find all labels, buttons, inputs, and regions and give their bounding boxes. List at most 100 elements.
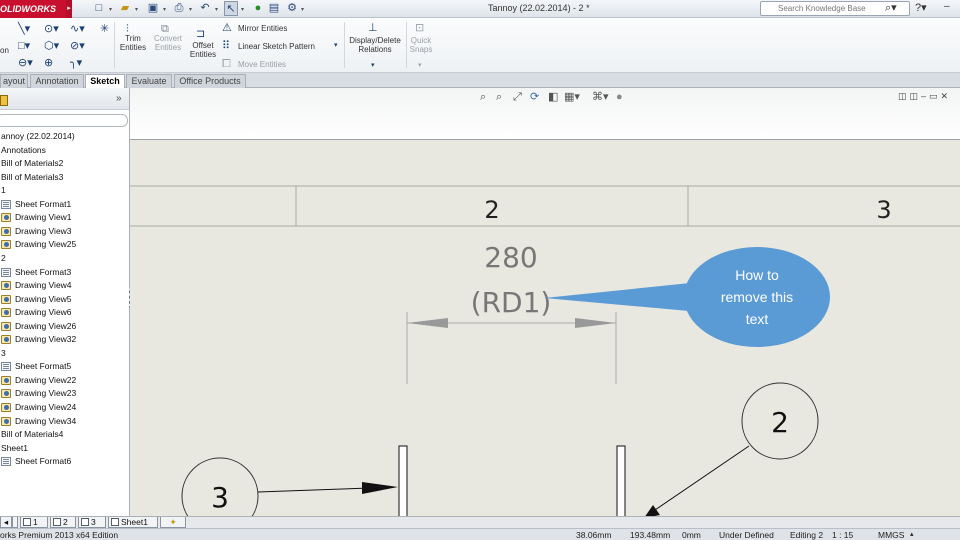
print-dropdown-icon[interactable]: ▾ — [186, 1, 194, 16]
tab-annotation[interactable]: Annotation — [30, 74, 84, 88]
point-icon[interactable]: ✳ — [100, 23, 109, 35]
line-icon[interactable]: ╲▾ — [18, 23, 30, 35]
tab-office-products[interactable]: Office Products — [174, 74, 246, 88]
add-sheet-icon[interactable]: ✦ — [160, 517, 186, 528]
select-dropdown-icon[interactable]: ▾ — [238, 1, 246, 16]
tree-item-label: Sheet Format5 — [15, 361, 72, 372]
part-edge-right — [616, 445, 626, 516]
command-manager: on ╲▾ ⊙▾ ∿▾ ✳ □▾ ⬡▾ ⊘▾ ⊖▾ ⊕ ╮▾ ⫶ Trim En… — [0, 18, 960, 73]
sheet-tab-1[interactable]: 1 — [20, 517, 48, 528]
sheet-format-icon — [1, 457, 11, 467]
sheet-scale[interactable]: 1 : 15 — [832, 529, 853, 540]
appearance-icon[interactable]: ● — [616, 91, 623, 103]
undo-dropdown-icon[interactable]: ▾ — [212, 1, 220, 16]
expand-panel-icon[interactable]: » — [116, 94, 122, 104]
rectangle-icon[interactable]: □▾ — [18, 40, 30, 52]
mirror-entities-icon[interactable]: ⚠ — [222, 22, 232, 34]
drawing-view-icon — [1, 226, 11, 236]
linear-sketch-pattern-button[interactable]: Linear Sketch Pattern — [238, 42, 315, 51]
tree-item-label: Drawing View32 — [15, 334, 77, 345]
tree-item-label: annoy (22.02.2014) — [1, 131, 75, 141]
convert-entities-button[interactable]: Convert Entities — [151, 34, 185, 52]
new-dropdown-icon[interactable]: ▾ — [106, 1, 114, 16]
document-window-controls[interactable]: ◫◫–▭✕ — [898, 91, 951, 102]
zoom-to-fit-icon[interactable]: ⌕ — [480, 91, 486, 103]
display-style-icon[interactable]: ⌘▾ — [592, 91, 609, 103]
arc-icon[interactable]: ⊕ — [44, 57, 53, 69]
pattern-dropdown-icon[interactable]: ▾ — [334, 40, 338, 52]
app-menu-arrow-icon[interactable]: ▸ — [66, 0, 72, 18]
slot-icon[interactable]: ⊖▾ — [18, 57, 33, 69]
quick-snaps-icon[interactable]: ⊡ — [415, 22, 424, 34]
sheet-format-icon — [1, 199, 11, 209]
tree-item-label: Sheet Format6 — [15, 456, 72, 467]
options-dropdown-icon[interactable]: ▾ — [298, 1, 306, 16]
quick-snaps-dropdown-icon[interactable]: ▾ — [418, 60, 422, 72]
spline-icon[interactable]: ∿▾ — [70, 23, 85, 35]
tree-item-label: Drawing View4 — [15, 280, 72, 291]
previous-view-icon[interactable]: ⤢ — [513, 91, 522, 103]
save-dropdown-icon[interactable]: ▾ — [160, 1, 168, 16]
options-icon[interactable]: ⚙ — [286, 1, 298, 16]
undo-icon[interactable]: ↶ — [198, 1, 212, 16]
relations-icon[interactable]: ⊥ — [368, 22, 378, 34]
sheet-nav-icon[interactable] — [12, 517, 18, 528]
display-delete-relations-button[interactable]: Display/Delete Relations — [346, 36, 404, 54]
tree-item-label: Drawing View23 — [15, 388, 77, 399]
feature-manager-icon[interactable] — [0, 95, 8, 106]
move-entities-button[interactable]: Move Entities — [238, 60, 286, 69]
help-icon[interactable]: ?▾ — [915, 1, 927, 16]
tree-filter-input[interactable] — [0, 114, 128, 127]
smart-dimension-label[interactable]: on — [0, 46, 9, 55]
drawing-sheet[interactable]: 2 3 280 (RD1) 3 2 How to remove this tex… — [130, 140, 960, 516]
minimize-icon[interactable]: – — [944, 0, 950, 14]
ellipse-icon[interactable]: ⊘▾ — [70, 40, 85, 52]
rotate-icon[interactable]: ⟳ — [530, 91, 539, 103]
relations-dropdown-icon[interactable]: ▾ — [371, 60, 375, 72]
mirror-entities-button[interactable]: Mirror Entities — [238, 24, 287, 33]
open-icon[interactable]: ▰ — [118, 1, 132, 16]
polygon-icon[interactable]: ⬡▾ — [44, 40, 59, 52]
sheet-nav-icon[interactable]: ◂ — [0, 517, 12, 528]
zoom-to-area-icon[interactable]: ⌕ — [496, 91, 502, 103]
circle-icon[interactable]: ⊙▾ — [44, 23, 59, 35]
offset-entities-button[interactable]: Offset Entities — [187, 41, 219, 59]
move-entities-icon[interactable]: ⧠ — [222, 58, 231, 70]
balloon-2-leader — [654, 445, 750, 511]
unit-system-dropdown-icon[interactable]: ▴ — [910, 529, 914, 540]
tab-layout[interactable]: ayout — [0, 74, 28, 88]
sheet-tab-bar: ◂ 1 2 3 Sheet1 ✦ — [0, 516, 960, 528]
tab-sketch[interactable]: Sketch — [85, 74, 125, 89]
open-dropdown-icon[interactable]: ▾ — [132, 1, 140, 16]
callout-shape[interactable]: How to remove this text — [544, 247, 830, 347]
linear-pattern-icon[interactable]: ⠿ — [222, 40, 230, 52]
search-icon[interactable]: ⌕▾ — [885, 1, 897, 16]
app-logo[interactable]: OLIDWORKS — [0, 0, 66, 18]
sheet-tab-3[interactable]: 3 — [78, 517, 106, 528]
print-icon[interactable]: ⎙ — [172, 1, 186, 16]
sheet-tab-2[interactable]: 2 — [50, 517, 76, 528]
trim-entities-button[interactable]: Trim Entities — [117, 34, 149, 52]
tab-evaluate[interactable]: Evaluate — [126, 74, 172, 88]
graphics-area[interactable]: ⌕ ⌕ ⤢ ⟳ ◧ ▦▾ ⌘▾ ● ◫◫–▭✕ 2 3 280 (RD1) 3 … — [130, 88, 960, 516]
quick-snaps-button[interactable]: Quick Snaps — [406, 36, 436, 54]
sheet-format-icon — [1, 267, 11, 277]
select-icon[interactable]: ↖ — [224, 1, 238, 16]
save-icon[interactable]: ▣ — [146, 1, 160, 16]
sheet-tab-label: 3 — [91, 517, 96, 527]
sheet-tab-label: Sheet1 — [121, 517, 148, 527]
sheet-tab-sheet1[interactable]: Sheet1 — [108, 517, 158, 528]
view-orientation-icon[interactable]: ▦▾ — [564, 91, 580, 103]
section-view-icon[interactable]: ◧ — [548, 91, 558, 103]
new-icon[interactable]: □ — [92, 1, 106, 16]
ribbon-separator — [344, 22, 345, 68]
file-properties-icon[interactable]: ▤ — [268, 1, 280, 16]
dimension-reference-text[interactable]: (RD1) — [471, 286, 552, 319]
callout-text-line-2: remove this — [721, 289, 793, 305]
dimension-arrow-right — [575, 318, 616, 328]
fillet-icon[interactable]: ╮▾ — [70, 57, 82, 69]
dimension-value[interactable]: 280 — [484, 241, 537, 274]
offset-entities-icon[interactable]: ⊐ — [196, 28, 205, 40]
unit-system[interactable]: MMGS — [878, 529, 904, 540]
rebuild-icon[interactable]: ● — [252, 1, 264, 16]
